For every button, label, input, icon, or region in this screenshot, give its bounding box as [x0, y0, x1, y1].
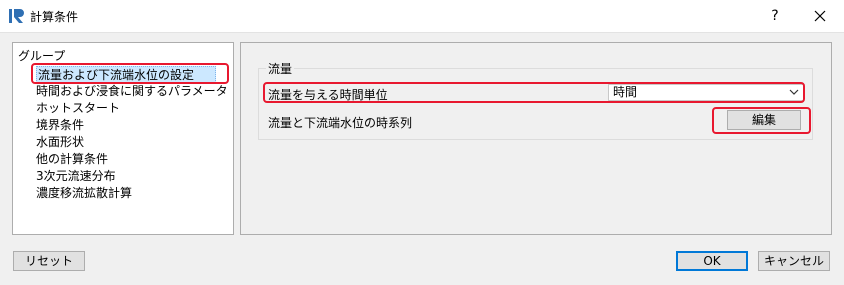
group-item-3d-velocity[interactable]: 3次元流速分布 — [36, 168, 116, 185]
group-list-panel: グループ 流量および下流端水位の設定 時間および浸食に関するパラメータ ホットス… — [12, 42, 234, 235]
group-item-boundary[interactable]: 境界条件 — [36, 117, 84, 134]
timeseries-label: 流量と下流端水位の時系列 — [268, 116, 413, 130]
group-item-other[interactable]: 他の計算条件 — [36, 151, 108, 168]
group-list-title: グループ — [18, 49, 66, 63]
close-icon — [814, 10, 826, 22]
cancel-button[interactable]: キャンセル — [758, 251, 830, 271]
chevron-down-icon — [789, 89, 799, 95]
time-unit-select[interactable]: 時間 — [608, 84, 804, 101]
close-button[interactable] — [806, 2, 834, 30]
group-item-water-surface[interactable]: 水面形状 — [36, 134, 84, 151]
group-item-flow-downstream[interactable]: 流量および下流端水位の設定 — [36, 66, 216, 83]
flow-section-title: 流量 — [266, 60, 295, 77]
edit-button[interactable]: 編集 — [727, 110, 801, 130]
group-item-concentration[interactable]: 濃度移流拡散計算 — [36, 185, 132, 202]
help-button[interactable]: ? — [762, 2, 788, 30]
time-unit-value: 時間 — [613, 85, 638, 99]
window-title: 計算条件 — [30, 10, 79, 24]
title-bar: 計算条件 ? — [0, 0, 844, 32]
time-unit-label: 流量を与える時間単位 — [268, 88, 388, 102]
group-item-hot-start[interactable]: ホットスタート — [36, 100, 120, 117]
reset-button[interactable]: リセット — [13, 251, 85, 271]
iric-app-icon — [9, 9, 24, 23]
help-icon: ? — [771, 8, 779, 24]
group-item-time-erosion[interactable]: 時間および浸食に関するパラメータ — [36, 83, 228, 100]
ok-button[interactable]: OK — [676, 251, 748, 271]
